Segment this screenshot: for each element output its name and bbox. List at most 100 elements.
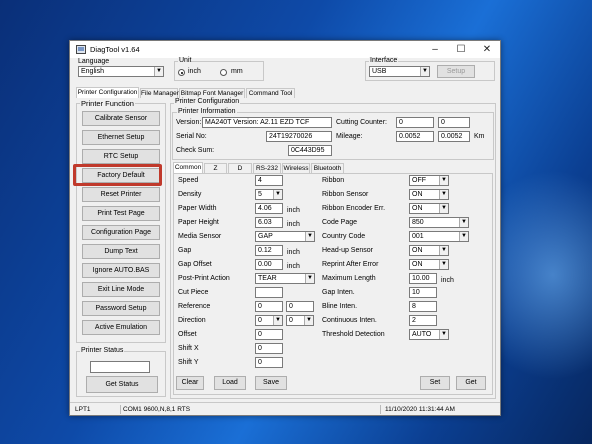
mileage-label: Mileage: xyxy=(336,133,363,140)
chevron-down-icon: ▼ xyxy=(420,67,429,76)
tab-file-manager[interactable]: File Manager xyxy=(140,88,179,98)
status-port: LPT1 xyxy=(73,405,121,414)
get-status-button[interactable]: Get Status xyxy=(86,376,158,393)
reset-printer-button[interactable]: Reset Printer xyxy=(82,187,160,202)
version-field: MA240T Version: A2.11 EZD TCF xyxy=(202,117,332,128)
threshold-select[interactable]: AUTO ▼ xyxy=(409,329,449,340)
password-setup-button[interactable]: Password Setup xyxy=(82,301,160,316)
get-button[interactable]: Get xyxy=(456,376,486,390)
dump-text-button[interactable]: Dump Text xyxy=(82,244,160,259)
tab-wireless[interactable]: Wireless xyxy=(282,163,310,173)
minimize-icon[interactable]: – xyxy=(422,41,448,58)
paper-width-label: Paper Width xyxy=(178,205,217,212)
language-select[interactable]: English ▼ xyxy=(78,66,164,77)
interface-select[interactable]: USB ▼ xyxy=(369,66,430,77)
gap-inten-field[interactable]: 10 xyxy=(409,287,437,298)
reference-label: Reference xyxy=(178,303,211,310)
title-bar[interactable]: DiagTool v1.64 – ☐ ✕ xyxy=(70,41,500,58)
continuous-inten-field[interactable]: 2 xyxy=(409,315,437,326)
clear-button[interactable]: Clear xyxy=(176,376,204,390)
direction-select-1[interactable]: 0 ▼ xyxy=(255,315,283,326)
gap-field[interactable]: 0.12 xyxy=(255,245,283,256)
chevron-down-icon: ▼ xyxy=(459,232,468,241)
rtc-setup-button[interactable]: RTC Setup xyxy=(82,149,160,164)
paper-height-label: Paper Height xyxy=(178,219,219,226)
speed-field[interactable]: 4 xyxy=(255,175,283,186)
chevron-down-icon: ▼ xyxy=(459,218,468,227)
paper-width-field[interactable]: 4.06 xyxy=(255,203,283,214)
shift-y-field[interactable]: 0 xyxy=(255,357,283,368)
tab-d[interactable]: D xyxy=(228,163,252,173)
calibrate-sensor-button[interactable]: Calibrate Sensor xyxy=(82,111,160,126)
reprint-label: Reprint After Error xyxy=(322,261,379,268)
unit-label: Unit xyxy=(178,57,193,64)
shift-x-field[interactable]: 0 xyxy=(255,343,283,354)
tab-bitmap-font-manager[interactable]: Bitmap Font Manager xyxy=(179,88,245,98)
chevron-down-icon: ▼ xyxy=(439,246,448,255)
ethernet-setup-button[interactable]: Ethernet Setup xyxy=(82,130,160,145)
density-label: Density xyxy=(178,191,202,198)
post-print-select[interactable]: TEAR ▼ xyxy=(255,273,315,284)
ribbon-sensor-label: Ribbon Sensor xyxy=(322,191,369,198)
post-print-label: Post-Print Action xyxy=(178,275,230,282)
ribbon-encoder-label: Ribbon Encoder Err. xyxy=(322,205,386,212)
cut-piece-field[interactable] xyxy=(255,287,283,298)
code-page-select[interactable]: 850 ▼ xyxy=(409,217,469,228)
max-length-field[interactable]: 10.00 xyxy=(409,273,437,284)
gap-offset-field[interactable]: 0.00 xyxy=(255,259,283,270)
cutting-counter-field-2: 0 xyxy=(438,117,470,128)
bline-inten-label: Bline Inten. xyxy=(322,303,358,310)
interface-setup-button[interactable]: Setup xyxy=(437,65,475,78)
tab-command-tool[interactable]: Command Tool xyxy=(246,88,295,98)
load-button[interactable]: Load xyxy=(214,376,246,390)
printer-config-label: Printer Configuration xyxy=(174,98,241,105)
tab-printer-configuration[interactable]: Printer Configuration xyxy=(76,87,139,98)
chevron-down-icon: ▼ xyxy=(439,176,448,185)
media-sensor-select[interactable]: GAP ▼ xyxy=(255,231,315,242)
unit-inch-radio[interactable] xyxy=(178,69,185,76)
reference-x-field[interactable]: 0 xyxy=(255,301,283,312)
shift-x-label: Shift X xyxy=(178,345,199,352)
chevron-down-icon: ▼ xyxy=(439,204,448,213)
paper-height-field[interactable]: 6.03 xyxy=(255,217,283,228)
active-emulation-button[interactable]: Active Emulation xyxy=(82,320,160,335)
ribbon-sensor-select[interactable]: ON ▼ xyxy=(409,189,449,200)
tab-bluetooth[interactable]: Bluetooth xyxy=(311,163,344,173)
density-select[interactable]: 5 ▼ xyxy=(255,189,283,200)
close-icon[interactable]: ✕ xyxy=(474,41,500,58)
offset-field[interactable]: 0 xyxy=(255,329,283,340)
mileage-unit: Km xyxy=(474,133,485,140)
ribbon-encoder-select[interactable]: ON ▼ xyxy=(409,203,449,214)
headup-sensor-select[interactable]: ON ▼ xyxy=(409,245,449,256)
status-bar: LPT1 COM1 9600,N,8,1 RTS 11/10/2020 11:3… xyxy=(70,402,500,415)
set-button[interactable]: Set xyxy=(420,376,450,390)
tab-rs232[interactable]: RS-232 xyxy=(253,163,281,173)
shift-y-label: Shift Y xyxy=(178,359,199,366)
cut-piece-label: Cut Piece xyxy=(178,289,209,296)
gap-offset-label: Gap Offset xyxy=(178,261,212,268)
tab-common[interactable]: Common xyxy=(173,162,203,173)
gap-offset-unit: inch xyxy=(287,263,300,270)
save-button[interactable]: Save xyxy=(255,376,287,390)
speed-label: Speed xyxy=(178,177,199,184)
paper-width-unit: inch xyxy=(287,207,300,214)
country-code-select[interactable]: 001 ▼ xyxy=(409,231,469,242)
reference-y-field[interactable]: 0 xyxy=(286,301,314,312)
print-test-page-button[interactable]: Print Test Page xyxy=(82,206,160,221)
unit-mm-radio[interactable] xyxy=(220,69,227,76)
ribbon-select[interactable]: OFF ▼ xyxy=(409,175,449,186)
app-icon xyxy=(76,45,86,54)
reprint-select[interactable]: ON ▼ xyxy=(409,259,449,270)
exit-line-mode-button[interactable]: Exit Line Mode xyxy=(82,282,160,297)
direction-select-2[interactable]: 0 ▼ xyxy=(286,315,314,326)
configuration-page-button[interactable]: Configuration Page xyxy=(82,225,160,240)
bline-inten-field[interactable]: 8 xyxy=(409,301,437,312)
chevron-down-icon: ▼ xyxy=(439,190,448,199)
status-datetime: 11/10/2020 11:31:44 AM xyxy=(385,406,455,413)
ignore-auto-bas-button[interactable]: Ignore AUTO.BAS xyxy=(82,263,160,278)
direction-label: Direction xyxy=(178,317,206,324)
tab-z[interactable]: Z xyxy=(204,163,227,173)
maximize-icon[interactable]: ☐ xyxy=(448,41,474,58)
serial-label: Serial No: xyxy=(176,133,207,140)
version-label: Version: xyxy=(176,119,202,126)
